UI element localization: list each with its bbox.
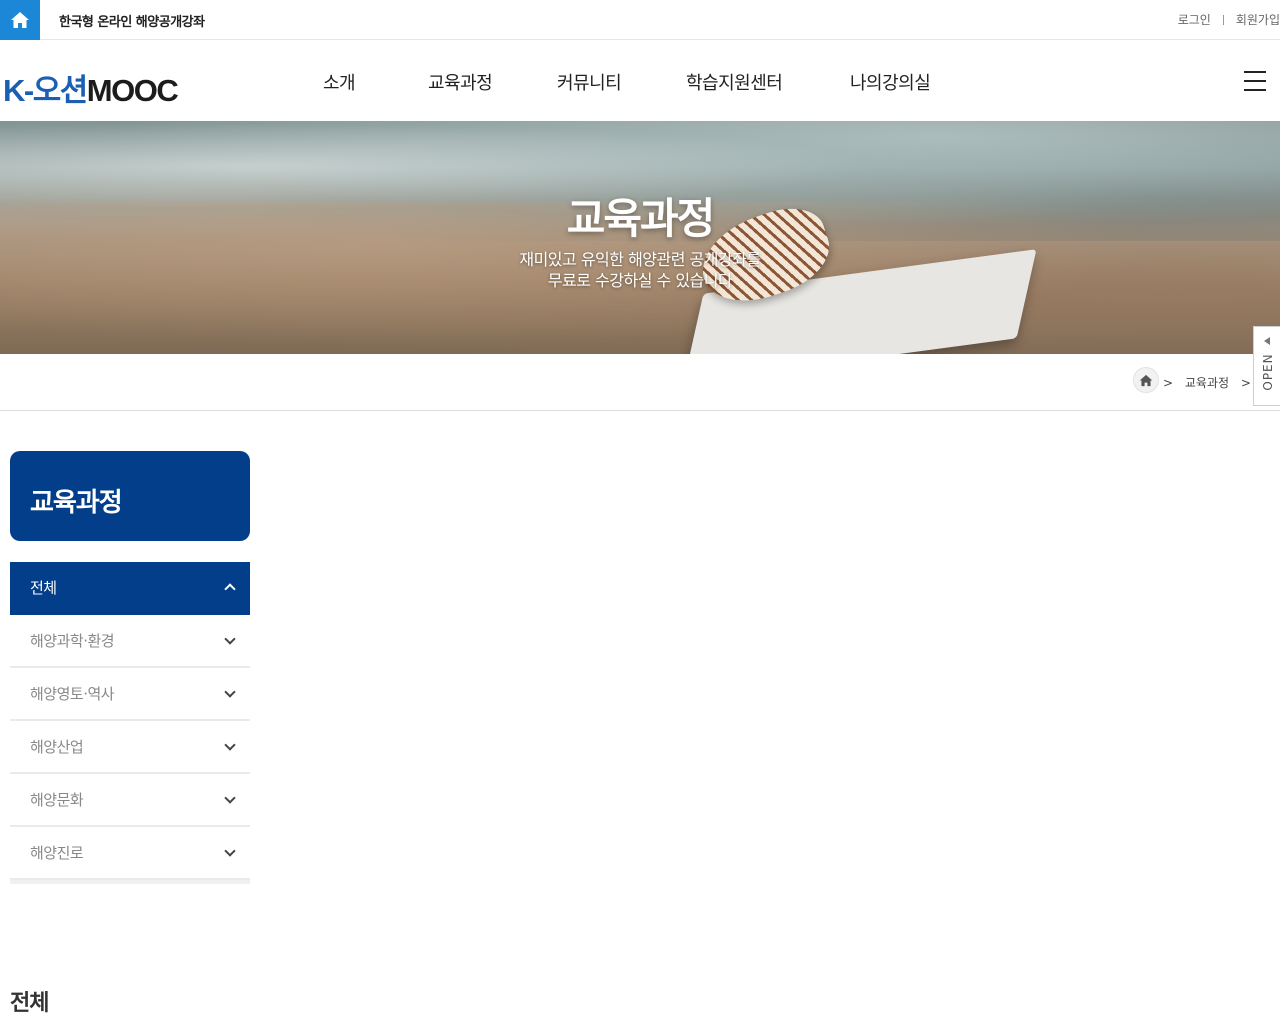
nav-item-courses[interactable]: 교육과정 (428, 69, 493, 95)
signup-link[interactable]: 회원가입 (1236, 11, 1280, 28)
home-button[interactable] (0, 0, 40, 40)
nav-item-community[interactable]: 커뮤니티 (557, 69, 622, 95)
content-section-title: 전체 (10, 991, 49, 1016)
sidebar-item-all[interactable]: 전체 (10, 562, 250, 615)
chevron-down-icon (224, 792, 236, 804)
breadcrumb-bar: > 교육과정 > 전 (0, 354, 1280, 411)
utility-links: 로그인 회원가입 (1178, 11, 1280, 28)
main-navigation: 소개 교육과정 커뮤니티 학습지원센터 나의강의실 (0, 69, 1280, 99)
sidebar-item-ocean-culture[interactable]: 해양문화 (10, 774, 250, 827)
sidebar-item-label: 해양과학·환경 (30, 632, 115, 650)
sidebar-menu: 전체 해양과학·환경 해양영토·역사 해양산업 해양문화 해양진로 (10, 562, 250, 884)
hamburger-menu-icon[interactable] (1244, 71, 1266, 91)
sidebar-bottom-border (10, 880, 250, 884)
home-icon (1139, 374, 1153, 386)
breadcrumb-separator: > (1163, 376, 1174, 390)
login-link[interactable]: 로그인 (1178, 11, 1211, 28)
hero-description: 재미있고 유익한 해양관련 공개강좌를 무료로 수강하실 수 있습니다 (0, 249, 1280, 291)
breadcrumb-item-courses[interactable]: 교육과정 (1185, 376, 1229, 390)
sidebar-item-label: 해양영토·역사 (30, 685, 115, 703)
nav-item-learning-support[interactable]: 학습지원센터 (686, 69, 783, 95)
hero-title: 교육과정 (566, 194, 716, 243)
chevron-down-icon (224, 686, 236, 698)
sidebar-item-label: 전체 (30, 579, 57, 597)
nav-item-my-classroom[interactable]: 나의강의실 (850, 69, 931, 95)
sidebar-item-ocean-career[interactable]: 해양진로 (10, 827, 250, 880)
sidebar-item-label: 해양문화 (30, 791, 84, 809)
hero-description-line2: 무료로 수강하실 수 있습니다 (547, 271, 733, 290)
nav-item-intro[interactable]: 소개 (323, 69, 356, 95)
top-utility-bar: 한국형 온라인 해양공개강좌 로그인 회원가입 (0, 0, 1280, 40)
site-header: K-오션MOOC 소개 교육과정 커뮤니티 학습지원센터 나의강의실 (0, 41, 1280, 121)
chevron-down-icon (224, 633, 236, 645)
sidebar-item-ocean-territory[interactable]: 해양영토·역사 (10, 668, 250, 721)
chevron-down-icon (224, 739, 236, 751)
site-slogan: 한국형 온라인 해양공개강좌 (59, 15, 205, 30)
open-side-panel-tab[interactable]: OPEN (1253, 326, 1280, 406)
sidebar-item-ocean-industry[interactable]: 해양산업 (10, 721, 250, 774)
chevron-down-icon (224, 845, 236, 857)
hero-banner: 교육과정 재미있고 유익한 해양관련 공개강좌를 무료로 수강하실 수 있습니다 (0, 121, 1280, 354)
sidebar-item-label: 해양진로 (30, 844, 84, 862)
breadcrumb-separator: > (1240, 376, 1251, 390)
chevron-up-icon (224, 583, 236, 595)
sidebar-title: 교육과정 (30, 488, 123, 518)
home-icon (11, 12, 29, 28)
sidebar-title-box: 교육과정 (10, 451, 250, 541)
breadcrumb-home-button[interactable] (1133, 367, 1159, 393)
sidebar-item-ocean-science[interactable]: 해양과학·환경 (10, 615, 250, 668)
open-tab-label: OPEN (1261, 353, 1275, 391)
hero-description-line1: 재미있고 유익한 해양관련 공개강좌를 (519, 250, 761, 269)
utility-divider (1222, 14, 1224, 25)
sidebar-item-label: 해양산업 (30, 738, 84, 756)
